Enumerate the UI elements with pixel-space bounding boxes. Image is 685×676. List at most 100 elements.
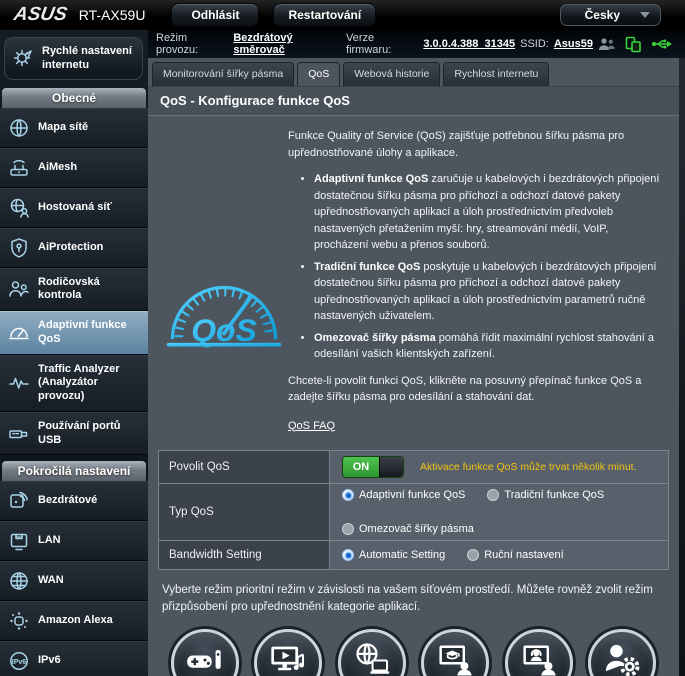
sidebar-item-aiprotection[interactable]: AiProtection <box>0 228 148 268</box>
sidebar-item-usb[interactable]: Používání portů USB <box>0 412 148 456</box>
radio-adaptive-qos[interactable]: Adaptivní funkce QoS <box>342 489 465 501</box>
sidebar-item-adaptive-qos[interactable]: Adaptivní funkce QoS <box>0 311 148 355</box>
intro-section: QoS Funkce Quality of Service (QoS) zaji… <box>148 116 679 446</box>
activation-warning: Aktivace funkce QoS může trvat několik m… <box>420 461 637 473</box>
mode-games[interactable]: Hry <box>164 629 246 676</box>
asus-logo: ASUS <box>12 4 69 26</box>
sidebar-item-aimesh[interactable]: AiMesh <box>0 148 148 188</box>
radio-bandwidth-limiter[interactable]: Omezovač šířky pásma <box>342 523 474 535</box>
work-from-home-icon <box>519 640 559 676</box>
radio-automatic-setting[interactable]: Automatic Setting <box>342 549 445 561</box>
page-title: QoS - Konfigurace funkce QoS <box>148 86 679 116</box>
tab-qos[interactable]: QoS <box>297 62 340 86</box>
sidebar-item-ipv6[interactable]: IPv6 IPv6 <box>0 641 148 676</box>
quick-setup-label: Rychlé nastavení internetu <box>42 44 136 73</box>
mode-learn-from-home[interactable]: Learn-From-Home <box>414 629 496 676</box>
alexa-icon <box>7 609 31 633</box>
qos-toggle[interactable]: ON <box>342 456 404 478</box>
radio-icon <box>467 549 479 561</box>
qos-speedometer-logo: QoS <box>163 264 285 361</box>
sidebar: Rychlé nastavení internetu Obecné Mapa s… <box>0 30 148 676</box>
qos-faq-link[interactable]: QoS FAQ <box>288 418 335 435</box>
intro-text: Funkce Quality of Service (QoS) zajišťuj… <box>288 128 665 161</box>
settings-table: Povolit QoS ON Aktivace funkce QoS může … <box>158 450 669 570</box>
topbar: ASUS RT-AX59U Odhlásit Restartování Česk… <box>0 0 685 30</box>
sidebar-item-traffic-analyzer[interactable]: Traffic Analyzer (Analyzátor provozu) <box>0 355 148 412</box>
mode-instructions: Vyberte režim prioritní režim v závislos… <box>148 570 679 621</box>
radio-icon <box>342 523 354 535</box>
tab-bandwidth-monitor[interactable]: Monitorování šířky pásma <box>152 62 294 86</box>
svg-text:IPv6: IPv6 <box>12 659 27 666</box>
reboot-button[interactable]: Restartování <box>273 3 376 27</box>
bandwidth-setting-radios: Automatic Setting Ruční nastavení <box>342 549 564 561</box>
parental-controls-icon <box>7 277 31 301</box>
router-admin-screen: ASUS RT-AX59U Odhlásit Restartování Česk… <box>0 0 685 676</box>
statusbar: Režim provozu: Bezdrátový směrovač Verze… <box>148 30 685 58</box>
sidebar-item-amazon-alexa[interactable]: Amazon Alexa <box>0 601 148 641</box>
wan-icon <box>7 569 31 593</box>
content-panel: Monitorování šířky pásma QoS Webová hist… <box>148 58 679 676</box>
bullet-bandwidth-limiter: Omezovač šířky pásma pomáhá řídit maximá… <box>314 330 665 363</box>
radio-icon <box>342 489 354 501</box>
games-icon <box>185 640 225 676</box>
sidebar-item-guest-network[interactable]: Hostovaná síť <box>0 188 148 228</box>
mode-work-from-home[interactable]: Work-From-Home <box>498 629 580 676</box>
ssid-label: SSID: <box>520 38 549 50</box>
usb-icon <box>7 422 31 446</box>
ssid-link[interactable]: Asus59 <box>554 38 593 50</box>
clients-icon[interactable] <box>598 36 616 52</box>
wireless-icon <box>7 489 31 513</box>
mode-media-streaming[interactable]: Streamování médií <box>247 629 329 676</box>
aimesh-icon <box>7 156 31 180</box>
mode-selector: Hry Streamování médií Proházení webu Lea… <box>148 621 679 676</box>
network-map-icon <box>7 116 31 140</box>
bandwidth-setting-label: Bandwidth Setting <box>159 541 329 569</box>
devices-icon[interactable] <box>625 36 642 53</box>
ipv6-icon: IPv6 <box>7 649 31 673</box>
tab-internet-speed[interactable]: Rychlost internetu <box>443 62 549 86</box>
mode-customize[interactable]: Customize <box>581 629 663 676</box>
language-value: Česky <box>585 8 620 22</box>
enable-note: Chcete-li povolit funkci QoS, klikněte n… <box>288 373 665 406</box>
section-header-general: Obecné <box>2 88 146 108</box>
operation-mode-label: Režim provozu: <box>156 32 228 56</box>
shield-icon <box>7 236 31 260</box>
model-name: RT-AX59U <box>79 7 146 23</box>
operation-mode-link[interactable]: Bezdrátový směrovač <box>233 32 341 56</box>
customize-icon <box>602 640 642 676</box>
quick-setup-button[interactable]: Rychlé nastavení internetu <box>4 37 143 80</box>
sidebar-item-parental-controls[interactable]: Rodičovská kontrola <box>0 268 148 312</box>
radio-icon <box>342 549 354 561</box>
learn-from-home-icon <box>435 640 475 676</box>
firmware-link[interactable]: 3.0.0.4.388_31345 <box>423 38 515 50</box>
media-streaming-icon <box>268 640 308 676</box>
toggle-knob <box>379 457 403 477</box>
radio-traditional-qos[interactable]: Tradiční funkce QoS <box>487 489 604 501</box>
section-header-advanced: Pokročilá nastavení <box>2 461 146 481</box>
svg-text:QoS: QoS <box>191 312 257 348</box>
qos-bullet-list: Adaptivní funkce QoS zaručuje u kabelový… <box>314 171 665 363</box>
sidebar-item-network-map[interactable]: Mapa sítě <box>0 108 148 148</box>
language-select[interactable]: Česky <box>560 4 661 26</box>
bullet-adaptive-qos: Adaptivní funkce QoS zaručuje u kabelový… <box>314 171 665 254</box>
radio-manual-setting[interactable]: Ruční nastavení <box>467 549 564 561</box>
traffic-analyzer-icon <box>7 371 31 395</box>
tab-bar: Monitorování šířky pásma QoS Webová hist… <box>148 58 679 86</box>
usb-icon[interactable] <box>651 37 673 51</box>
mode-web-surfing[interactable]: Proházení webu <box>331 629 413 676</box>
logout-button[interactable]: Odhlásit <box>171 3 259 27</box>
tab-web-history[interactable]: Webová historie <box>343 62 440 86</box>
web-surfing-icon <box>352 640 392 676</box>
guest-network-icon <box>7 196 31 220</box>
firmware-label: Verze firmwaru: <box>346 32 418 56</box>
qos-type-radios: Adaptivní funkce QoS Tradiční funkce QoS… <box>342 489 656 535</box>
bullet-traditional-qos: Tradiční funkce QoS poskytuje u kabelový… <box>314 259 665 325</box>
lan-icon <box>7 529 31 553</box>
gear-rocket-icon <box>11 46 35 70</box>
qos-type-label: Typ QoS <box>159 484 329 540</box>
sidebar-item-wireless[interactable]: Bezdrátové <box>0 481 148 521</box>
sidebar-item-lan[interactable]: LAN <box>0 521 148 561</box>
sidebar-item-wan[interactable]: WAN <box>0 561 148 601</box>
speedometer-icon <box>7 321 31 345</box>
chevron-down-icon <box>640 12 650 18</box>
